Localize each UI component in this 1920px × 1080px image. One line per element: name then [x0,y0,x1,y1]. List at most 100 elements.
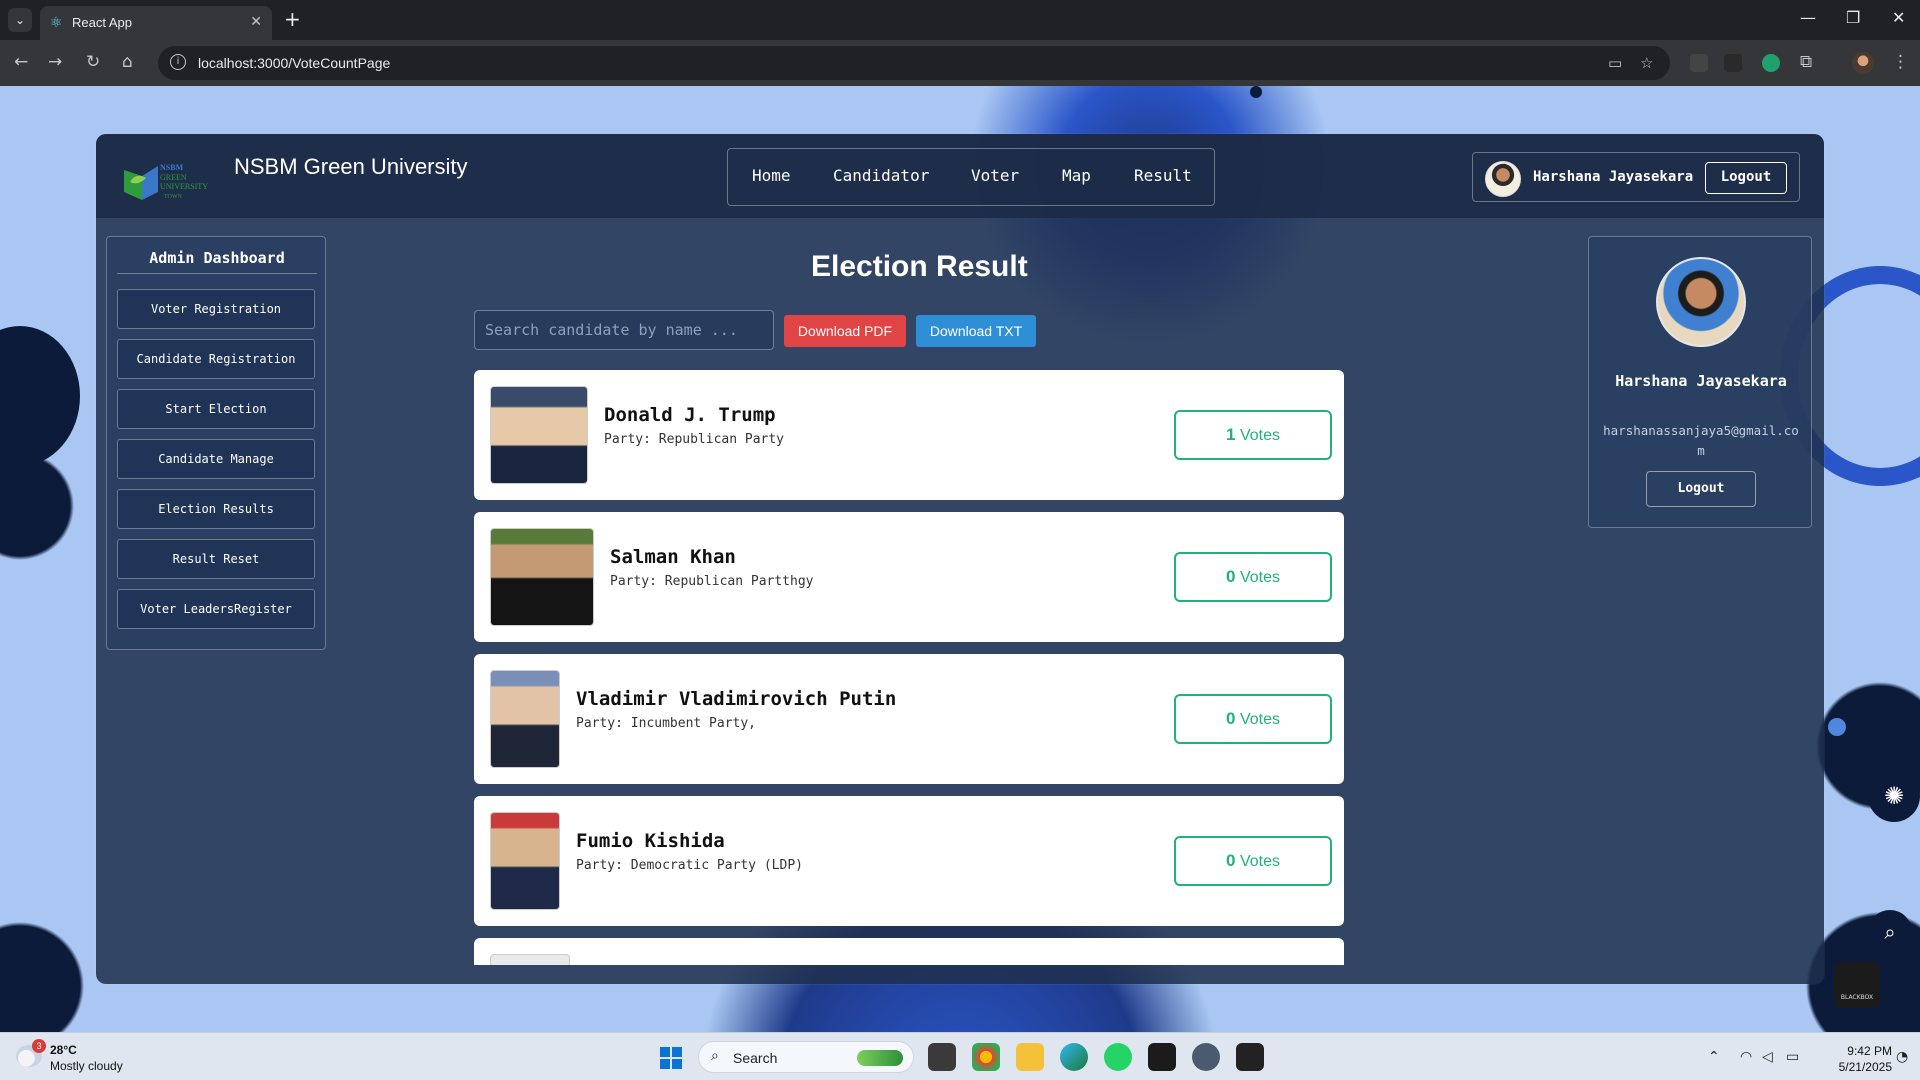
edge-icon[interactable] [1060,1043,1088,1071]
app-header: NSBM GREEN UNIVERSITY TOWN NSBM Green Un… [96,134,1824,218]
vote-count: 0 [1226,709,1236,728]
windows-start-icon[interactable] [660,1047,682,1069]
profile-email: harshanassanjaya5@gmail.com [1603,423,1799,458]
close-icon[interactable]: ✕ [250,14,262,30]
restore-icon[interactable]: ❐ [1846,8,1860,27]
task-view-icon[interactable] [928,1043,956,1071]
sidebar-item-candidate-manage[interactable]: Candidate Manage [117,439,315,479]
sidebar-item-voter-leaders-register[interactable]: Voter LeadersRegister [117,589,315,629]
url-text: localhost:3000/VoteCountPage [198,55,391,71]
candidate-card: Salman Khan Party: Republican Partthgy 0… [474,512,1344,642]
download-txt-button[interactable]: Download TXT [916,315,1036,347]
extension-icon[interactable] [1724,54,1742,72]
candidate-photo [490,528,594,626]
candidate-party: Party: Incumbent Party, [576,716,757,731]
taskbar-search[interactable]: ⌕ Search [698,1041,914,1073]
react-icon: ⚛ [50,15,63,31]
battery-icon[interactable]: ▭ [1786,1049,1799,1065]
svg-text:UNIVERSITY: UNIVERSITY [160,182,208,191]
divider [117,273,317,274]
nav-voter[interactable]: Voter [971,166,1019,185]
background-decoration [0,326,80,466]
page-title: Election Result [811,250,1028,283]
sidebar-item-candidate-registration[interactable]: Candidate Registration [117,339,315,379]
candidate-name: Donald J. Trump [604,404,776,426]
code-search-icon[interactable]: ⌕ [1868,910,1912,954]
kebab-menu-icon[interactable]: ⋮ [1892,52,1909,72]
candidate-party: Party: Republican Partthgy [610,574,814,589]
file-explorer-icon[interactable] [1016,1043,1044,1071]
sidebar-item-election-results[interactable]: Election Results [117,489,315,529]
nav-candidator[interactable]: Candidator [833,166,929,185]
candidate-party: Party: Republican Party [604,432,785,447]
nav-map[interactable]: Map [1062,166,1091,185]
svg-text:TOWN: TOWN [164,194,183,200]
download-pdf-button[interactable]: Download PDF [784,315,906,347]
audio-app-icon[interactable] [1148,1043,1176,1071]
whatsapp-icon[interactable] [1104,1043,1132,1071]
extension-icon[interactable] [1690,54,1708,72]
votes-label: Votes [1239,711,1280,728]
clock[interactable]: 9:42 PM 5/21/2025 [1818,1043,1892,1075]
profile-avatar[interactable] [1852,52,1874,74]
browser-tab[interactable]: ⚛ React App ✕ [40,6,272,40]
settings-icon[interactable] [1192,1043,1220,1071]
vote-count-badge: 0 Votes [1174,694,1332,744]
address-bar[interactable]: i localhost:3000/VoteCountPage ▭ ☆ [158,46,1670,80]
camera-off-icon[interactable]: ▭ [1608,54,1622,72]
sidebar-item-voter-registration[interactable]: Voter Registration [117,289,315,329]
sidebar-item-start-election[interactable]: Start Election [117,389,315,429]
notification-icon[interactable]: ◔ [1896,1049,1908,1065]
vote-count: 1 [1226,425,1236,444]
svg-text:NSBM: NSBM [160,163,184,172]
vote-count-badge: 0 Votes [1174,836,1332,886]
weather-badge: 3 [32,1039,46,1053]
votes-label: Votes [1239,853,1280,870]
background-decoration [1828,718,1846,736]
chatgpt-icon[interactable]: ✺ [1868,770,1920,822]
candidate-card [474,938,1344,965]
brand-title: NSBM Green University [234,154,468,179]
window-close-icon[interactable]: ✕ [1892,8,1905,27]
university-logo: NSBM GREEN UNIVERSITY TOWN [124,163,208,200]
page-viewport: NSBM GREEN UNIVERSITY TOWN NSBM Green Un… [0,86,1920,1032]
nav-result[interactable]: Result [1134,166,1192,185]
header-logout-button[interactable]: Logout [1705,162,1787,194]
chrome-icon[interactable] [972,1043,1000,1071]
taskbar-search-label: Search [733,1050,778,1066]
search-input[interactable] [474,310,774,350]
terminal-icon[interactable] [1236,1043,1264,1071]
blackbox-icon[interactable]: BLACKBOX [1834,962,1880,1008]
chevron-up-icon[interactable]: ⌃ [1708,1049,1720,1065]
plus-icon[interactable]: + [284,8,301,30]
main-panel: NSBM GREEN UNIVERSITY TOWN NSBM Green Un… [96,134,1824,984]
search-icon: ⌕ [711,1048,719,1064]
header-user-name: Harshana Jayasekara [1533,169,1694,185]
arrow-left-icon[interactable]: ← [14,52,28,72]
weather-condition: Mostly cloudy [50,1059,123,1073]
extension-icon[interactable] [1762,54,1780,72]
candidate-party: Party: Democratic Party (LDP) [576,858,803,873]
minimize-icon[interactable]: — [1800,8,1816,27]
wifi-icon[interactable]: ◠ [1740,1049,1752,1065]
puzzle-icon[interactable]: ⧉ [1800,52,1812,72]
nav-home[interactable]: Home [752,166,791,185]
clock-time: 9:42 PM [1847,1044,1892,1058]
svg-text:GREEN: GREEN [160,173,187,182]
reload-icon[interactable]: ↻ [86,52,100,72]
speaker-icon[interactable]: ◁ [1762,1049,1773,1065]
sidebar-item-result-reset[interactable]: Result Reset [117,539,315,579]
profile-name: Harshana Jayasekara [1615,372,1787,390]
arrow-right-icon[interactable]: → [48,52,62,72]
browser-toolbar: ← → ↻ ⌂ i localhost:3000/VoteCountPage ▭… [0,40,1920,86]
candidate-list: Donald J. Trump Party: Republican Party … [474,370,1344,965]
temperature: 28°C [50,1043,77,1057]
candidate-card: Vladimir Vladimirovich Putin Party: Incu… [474,654,1344,784]
avatar [1485,161,1521,197]
candidate-photo [490,812,560,910]
home-icon[interactable]: ⌂ [122,52,133,72]
star-icon[interactable]: ☆ [1640,54,1653,72]
info-icon[interactable]: i [170,54,186,70]
tab-search-dropdown[interactable]: ⌄ [8,8,32,32]
profile-logout-button[interactable]: Logout [1646,471,1756,507]
